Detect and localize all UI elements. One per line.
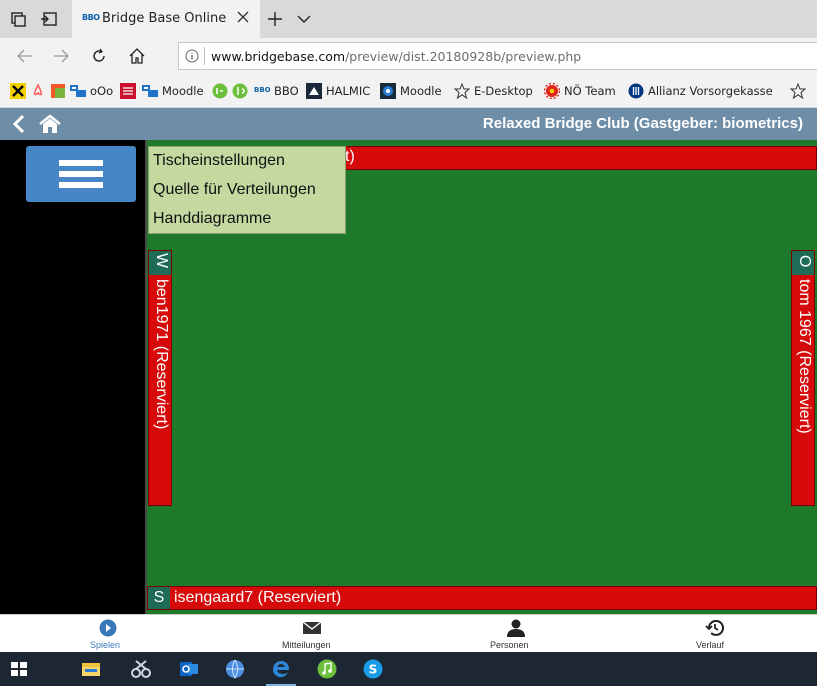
club-title: Relaxed Bridge Club (Gastgeber: biometri… (482, 115, 803, 132)
url-separator (204, 47, 205, 65)
halmic-icon[interactable] (306, 83, 322, 99)
menu-item-deal-source[interactable]: Quelle für Verteilungen (153, 181, 316, 199)
chevron-down-icon[interactable] (296, 11, 312, 27)
nav-label: Spielen (90, 640, 121, 650)
url-field[interactable]: www.bridgebase.com/preview/dist.20180928… (178, 42, 817, 70)
south-seat-bar[interactable]: S isengaard7 (Reserviert) (147, 586, 817, 610)
menu-icon (59, 171, 103, 177)
bbo-header: Relaxed Bridge Club (Gastgeber: biometri… (0, 108, 817, 140)
ooo-icon[interactable] (70, 83, 86, 99)
history-icon (705, 619, 724, 636)
file-explorer-icon[interactable] (80, 658, 102, 680)
nav-messages-button[interactable]: Mitteilungen (280, 615, 350, 653)
url-text[interactable]: www.bridgebase.com/preview/dist.20180928… (211, 49, 581, 64)
west-seat-bar[interactable]: W ben1971 (Reserviert) (148, 250, 172, 506)
nav-label: Mitteilungen (282, 640, 331, 650)
snipping-tool-icon[interactable] (130, 658, 152, 680)
person-icon (507, 619, 525, 637)
tab-title: Bridge Base Online (102, 11, 227, 26)
favorite-label[interactable]: Moodle (400, 84, 442, 98)
tab-actions-icon[interactable] (10, 10, 28, 28)
gear-icon[interactable] (544, 83, 560, 99)
favorite-label[interactable]: E-Desktop (474, 84, 533, 98)
west-seat-letter: W (153, 253, 170, 269)
nav-label: Verlauf (696, 640, 725, 650)
close-tab-icon[interactable] (234, 8, 252, 26)
star-icon[interactable] (454, 83, 470, 99)
browser-tab-active[interactable]: BBO Bridge Base Online (72, 0, 260, 38)
back-arrow-icon[interactable] (16, 47, 34, 65)
menu-icon (59, 160, 103, 166)
allianz-icon[interactable] (628, 83, 644, 99)
south-seat-label: S (148, 587, 170, 609)
new-tab-icon[interactable] (266, 10, 284, 28)
windows-taskbar: S (0, 652, 817, 686)
star-icon[interactable] (790, 83, 806, 99)
network-globe-icon[interactable] (224, 658, 246, 680)
bbo-icon[interactable]: BBO (254, 86, 271, 102)
outlook-icon[interactable] (178, 658, 200, 680)
menu-item-table-settings[interactable]: Tischeinstellungen (153, 152, 285, 170)
browser-tab-strip: BBO Bridge Base Online (0, 0, 817, 38)
left-pane (0, 140, 145, 614)
hamburger-menu-button[interactable] (26, 146, 136, 202)
svg-text:S: S (369, 663, 378, 677)
music-app-icon[interactable] (316, 658, 338, 680)
bottom-navigation: Spielen Mitteilungen Personen Verlauf (0, 614, 817, 652)
nav-people-button[interactable]: Personen (486, 615, 546, 653)
site-info-icon[interactable] (185, 49, 199, 63)
nav-play-button[interactable]: Spielen (80, 615, 140, 653)
favorite-label[interactable]: BBO (274, 84, 299, 98)
east-seat-label: O (792, 251, 814, 275)
favorite-label[interactable]: HALMIC (326, 84, 370, 98)
moodle-icon[interactable] (142, 83, 158, 99)
east-seat-bar[interactable]: O tom 1967 (Reserviert) (791, 250, 815, 506)
east-seat-letter: O (796, 255, 813, 268)
bmf-icon[interactable] (120, 83, 136, 99)
windows-start-icon[interactable] (10, 658, 28, 680)
settings-dropdown-menu: Tischeinstellungen Quelle für Verteilung… (148, 146, 346, 234)
favorite-label[interactable]: Allianz Vorsorgekasse (648, 84, 773, 98)
raiffeisen-icon[interactable] (10, 83, 26, 99)
bookmark-icon[interactable] (50, 83, 66, 99)
north-seat-text: t) (345, 148, 355, 165)
nav-history-button[interactable]: Verlauf (690, 615, 740, 653)
bbo-favicon-icon: BBO (82, 13, 100, 22)
screen: BBO Bridge Base Online www.bridgebase.co… (0, 0, 817, 686)
favorite-label[interactable]: NÖ Team (564, 84, 616, 98)
home-icon[interactable] (38, 114, 62, 134)
url-path: /preview/dist.20180928b/preview.php (345, 49, 582, 64)
skype-icon[interactable]: S (362, 658, 384, 680)
west-player-name: ben1971 (Reserviert) (153, 279, 170, 430)
green-circle-icon[interactable] (212, 83, 228, 99)
moodle-icon[interactable] (380, 83, 396, 99)
back-chevron-icon[interactable] (12, 114, 26, 134)
menu-icon (59, 182, 103, 188)
address-bar-row: www.bridgebase.com/preview/dist.20180928… (0, 38, 817, 74)
south-player-name: isengaard7 (Reserviert) (174, 589, 342, 606)
favorite-label[interactable]: oOo (90, 84, 113, 98)
envelope-icon (302, 621, 322, 634)
edge-browser-icon[interactable] (270, 658, 292, 680)
forward-arrow-icon[interactable] (52, 47, 70, 65)
set-tabs-aside-icon[interactable] (40, 10, 58, 28)
favorite-label[interactable]: Moodle (162, 84, 204, 98)
refresh-icon[interactable] (90, 47, 108, 65)
url-host: www.bridgebase.com (211, 49, 346, 64)
play-icon (99, 619, 117, 637)
west-seat-label: W (149, 251, 171, 275)
home-icon[interactable] (128, 47, 146, 65)
favorites-bar: oOo Moodle BBO BBO HALMIC Moodle E-Deskt… (0, 74, 817, 108)
airbnb-icon[interactable] (30, 83, 46, 99)
green-circle-icon[interactable] (232, 83, 248, 99)
east-player-name: tom 1967 (Reserviert) (796, 279, 813, 434)
menu-item-hand-diagrams[interactable]: Handdiagramme (153, 210, 271, 228)
nav-label: Personen (490, 640, 529, 650)
